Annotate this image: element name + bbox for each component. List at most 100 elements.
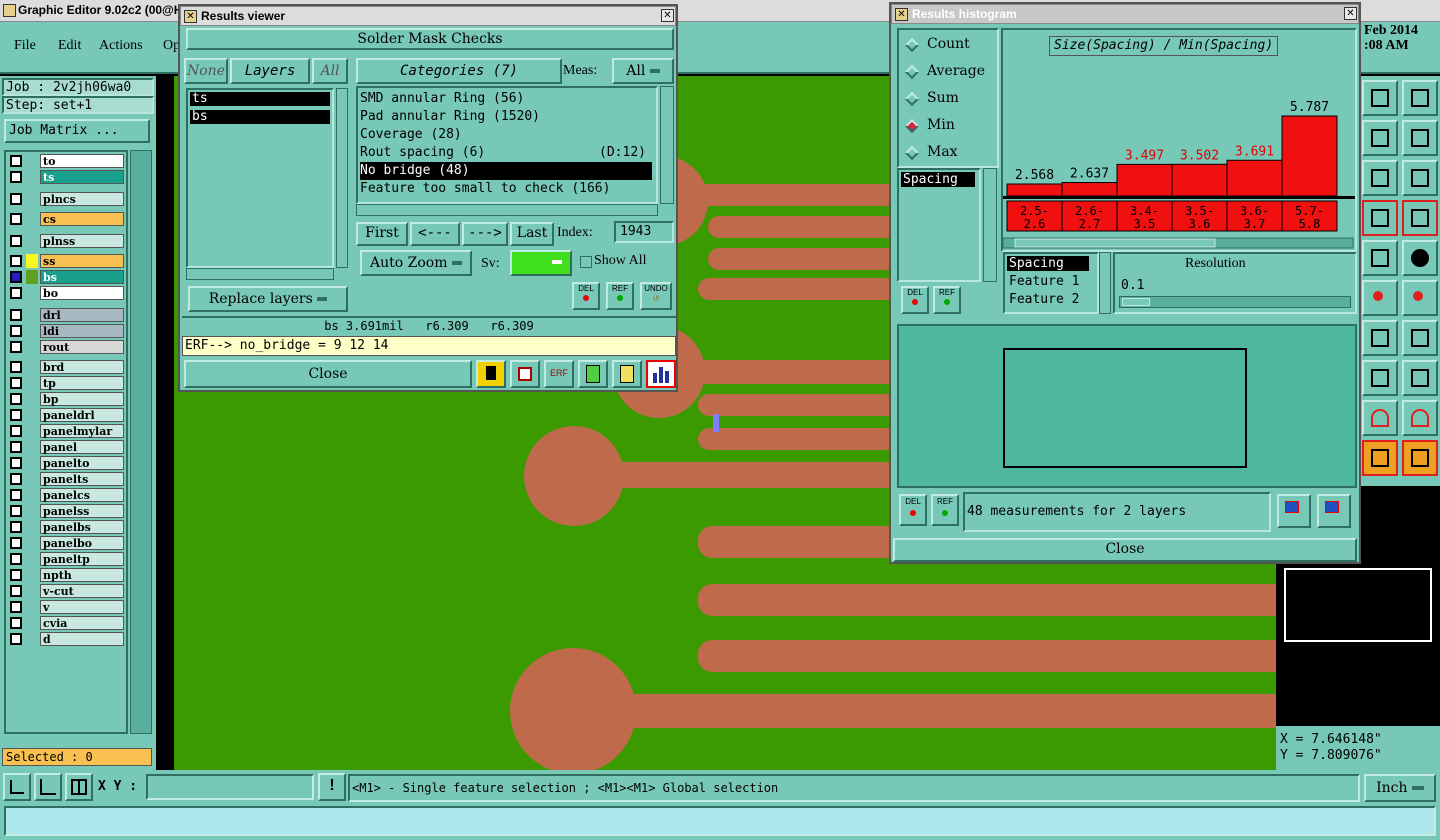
layer-name[interactable]: cs	[40, 212, 124, 226]
layer-checkbox[interactable]	[10, 155, 22, 167]
del-button[interactable]: DEL	[572, 282, 600, 310]
mode-radio-sum[interactable]: Sum	[904, 90, 995, 108]
left-scroll[interactable]	[130, 150, 152, 734]
flashlight-icon[interactable]	[476, 360, 506, 388]
move2-icon[interactable]	[1402, 280, 1438, 316]
scale-icon[interactable]	[1362, 160, 1398, 196]
layer-name[interactable]: bo	[40, 286, 124, 300]
layer-checkbox[interactable]	[10, 409, 22, 421]
layer-checkbox[interactable]	[10, 521, 22, 533]
dot-icon[interactable]	[1402, 240, 1438, 276]
units-select[interactable]: Inch	[1364, 774, 1436, 802]
layer-checkbox[interactable]	[10, 235, 22, 247]
menu-edit[interactable]: Edit	[58, 38, 81, 54]
histogram-bar[interactable]	[1061, 182, 1118, 197]
layer-row[interactable]: ss	[8, 254, 124, 268]
layer-checkbox[interactable]	[10, 457, 22, 469]
zoom-area-icon[interactable]	[34, 773, 62, 801]
layer-checkbox[interactable]	[10, 505, 22, 517]
field-list-item[interactable]: Feature 1	[1007, 274, 1079, 289]
layer-list-hscroll[interactable]	[186, 268, 334, 280]
pad-b-icon[interactable]	[1402, 400, 1438, 436]
layer-name[interactable]: ss	[40, 254, 124, 268]
layer-name[interactable]: panelmylar	[40, 424, 124, 438]
exit-icon[interactable]	[510, 360, 540, 388]
histogram-bar[interactable]	[1281, 115, 1338, 197]
report-icon[interactable]	[612, 360, 642, 388]
layer-name[interactable]: ldi	[40, 324, 124, 338]
layer-row[interactable]: ldi	[8, 324, 124, 338]
alert-button[interactable]: !	[318, 773, 346, 801]
layer-checkbox[interactable]	[10, 287, 22, 299]
layer-name[interactable]: brd	[40, 360, 124, 374]
layer-name[interactable]: panelss	[40, 504, 124, 518]
layer-name[interactable]: npth	[40, 568, 124, 582]
category-item[interactable]: No bridge (48)	[360, 162, 652, 180]
s-route-icon[interactable]	[1402, 120, 1438, 156]
snap-icon[interactable]	[1362, 120, 1398, 156]
layers-button[interactable]: Layers	[230, 58, 310, 84]
move-icon[interactable]	[1362, 280, 1398, 316]
drc2-icon[interactable]	[1402, 200, 1438, 236]
field-list-item[interactable]: Spacing	[1007, 256, 1089, 271]
pointer-icon[interactable]	[1362, 440, 1398, 476]
sv-color-select[interactable]	[510, 250, 572, 276]
preview-del-button[interactable]: DEL	[899, 494, 927, 526]
layer-checkbox[interactable]	[10, 425, 22, 437]
layer-checkbox[interactable]	[10, 441, 22, 453]
layer-row[interactable]: panelbs	[8, 520, 124, 534]
menu-actions[interactable]: Actions	[99, 38, 143, 54]
layer-row[interactable]: bs	[8, 270, 124, 284]
group-icon[interactable]	[1402, 360, 1438, 396]
category-item[interactable]: Rout spacing (6) (D:12)	[360, 144, 652, 162]
layer-checkbox[interactable]	[10, 633, 22, 645]
layer-row[interactable]: panelss	[8, 504, 124, 518]
layer-row[interactable]: tp	[8, 376, 124, 390]
mode-radio-min[interactable]: Min	[904, 117, 995, 135]
mode-radio-max[interactable]: Max	[904, 144, 995, 162]
layer-name[interactable]: plncs	[40, 192, 124, 206]
window-icon[interactable]	[1402, 80, 1438, 116]
grid-icon[interactable]	[65, 773, 93, 801]
histogram-bar[interactable]	[1116, 163, 1173, 197]
category-item[interactable]: Coverage (28)	[360, 126, 652, 144]
layer-name[interactable]: panelts	[40, 472, 124, 486]
layer-name[interactable]: drl	[40, 308, 124, 322]
layer-name[interactable]: paneldrl	[40, 408, 124, 422]
layer-checkbox[interactable]	[10, 601, 22, 613]
ref-button[interactable]: REF	[606, 282, 634, 310]
layer-list-item[interactable]: ts	[190, 92, 330, 106]
layer-name[interactable]: d	[40, 632, 124, 646]
last-button[interactable]: Last	[510, 222, 554, 246]
field-list-item[interactable]: Feature 2	[1007, 292, 1079, 307]
show-all-checkbox[interactable]	[580, 256, 592, 268]
layer-row[interactable]: bp	[8, 392, 124, 406]
categories-button[interactable]: Categories (7)	[356, 58, 562, 84]
layer-row[interactable]: bo	[8, 286, 124, 300]
layer-row[interactable]: v-cut	[8, 584, 124, 598]
histogram-bar[interactable]	[1006, 183, 1063, 197]
layer-checkbox[interactable]	[10, 255, 22, 267]
field-list-vscroll[interactable]	[1099, 252, 1111, 314]
meas-select[interactable]: All	[612, 58, 674, 84]
zoom-layer-icon[interactable]	[1317, 494, 1351, 528]
zoom-feature-icon[interactable]	[1277, 494, 1311, 528]
layer-checkbox[interactable]	[10, 473, 22, 485]
undo-button[interactable]: UNDO ↺	[640, 282, 672, 310]
pad-a-icon[interactable]	[1362, 400, 1398, 436]
layer-name[interactable]: ts	[40, 170, 124, 184]
layer-checkbox[interactable]	[10, 171, 22, 183]
layer-row[interactable]: d	[8, 632, 124, 646]
command-line[interactable]	[4, 806, 1436, 836]
layer-name[interactable]: panelto	[40, 456, 124, 470]
histogram-icon[interactable]	[646, 360, 676, 388]
hist-ref-button[interactable]: REF	[933, 286, 961, 314]
index-input[interactable]: 1943	[614, 221, 674, 243]
category-item[interactable]: Pad annular Ring (1520)	[360, 108, 652, 126]
histogram-bar[interactable]	[1171, 163, 1228, 197]
erf-icon[interactable]: ERF	[544, 360, 574, 388]
measure-icon[interactable]	[1362, 360, 1398, 396]
layer-row[interactable]: ts	[8, 170, 124, 184]
layer-row[interactable]: panel	[8, 440, 124, 454]
layer-checkbox[interactable]	[10, 617, 22, 629]
